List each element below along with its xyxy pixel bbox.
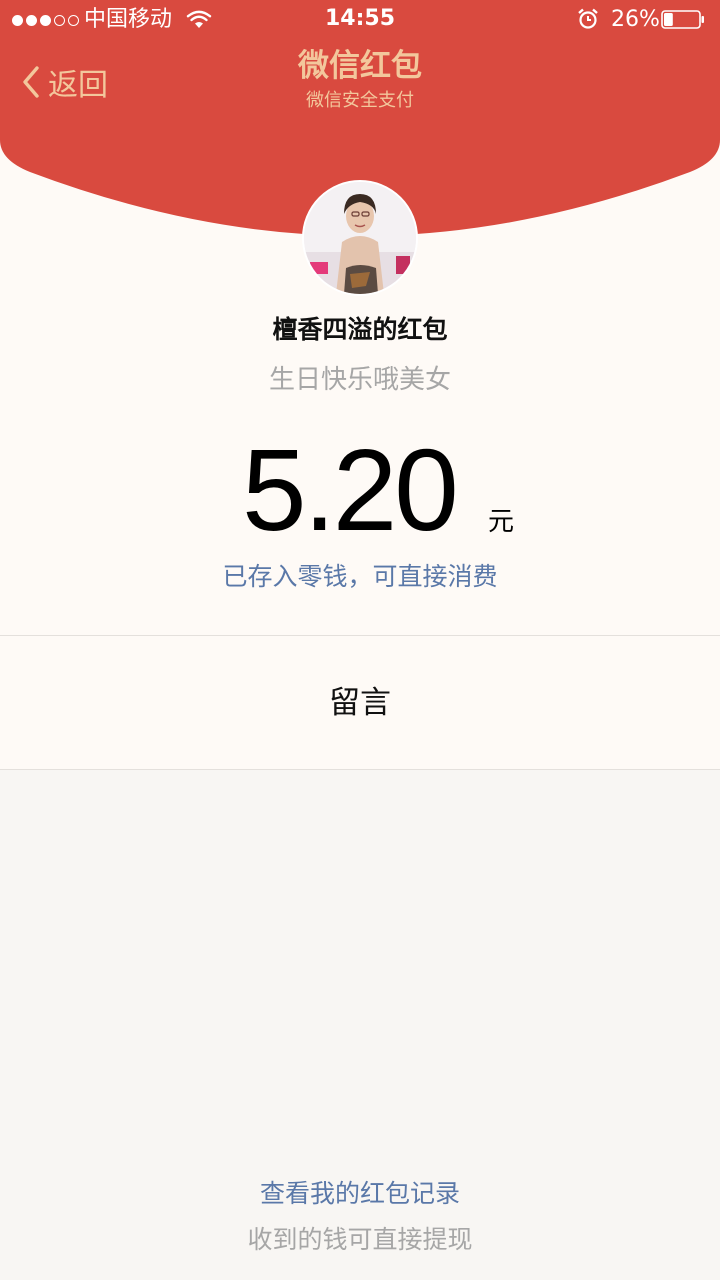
divider [0, 769, 720, 770]
battery-icon [661, 10, 704, 29]
sender-avatar[interactable] [302, 180, 418, 296]
view-records-link[interactable]: 查看我的红包记录 [0, 1176, 720, 1212]
withdraw-note: 收到的钱可直接提现 [247, 1225, 473, 1254]
sender-name: 檀香四溢的红包 [272, 315, 448, 344]
amount-value: 5.20 [242, 425, 459, 555]
battery-percent: 26% [611, 7, 660, 32]
amount-unit: 元 [488, 507, 515, 537]
greeting-message: 生日快乐哦美女 [268, 365, 451, 395]
message-label: 留言 [329, 684, 391, 721]
message-button[interactable]: 留言 [0, 636, 720, 769]
status-bar: 中国移动 14:55 26% [0, 0, 720, 40]
page-subtitle: 微信安全支付 [306, 90, 414, 111]
avatar-photo [304, 182, 416, 294]
deposit-note-link[interactable]: 已存入零钱，可直接消费 [0, 560, 720, 594]
alarm-icon [578, 8, 598, 29]
amount-display: 5.20 元 [0, 432, 720, 552]
page-title: 微信红包 [298, 48, 422, 84]
